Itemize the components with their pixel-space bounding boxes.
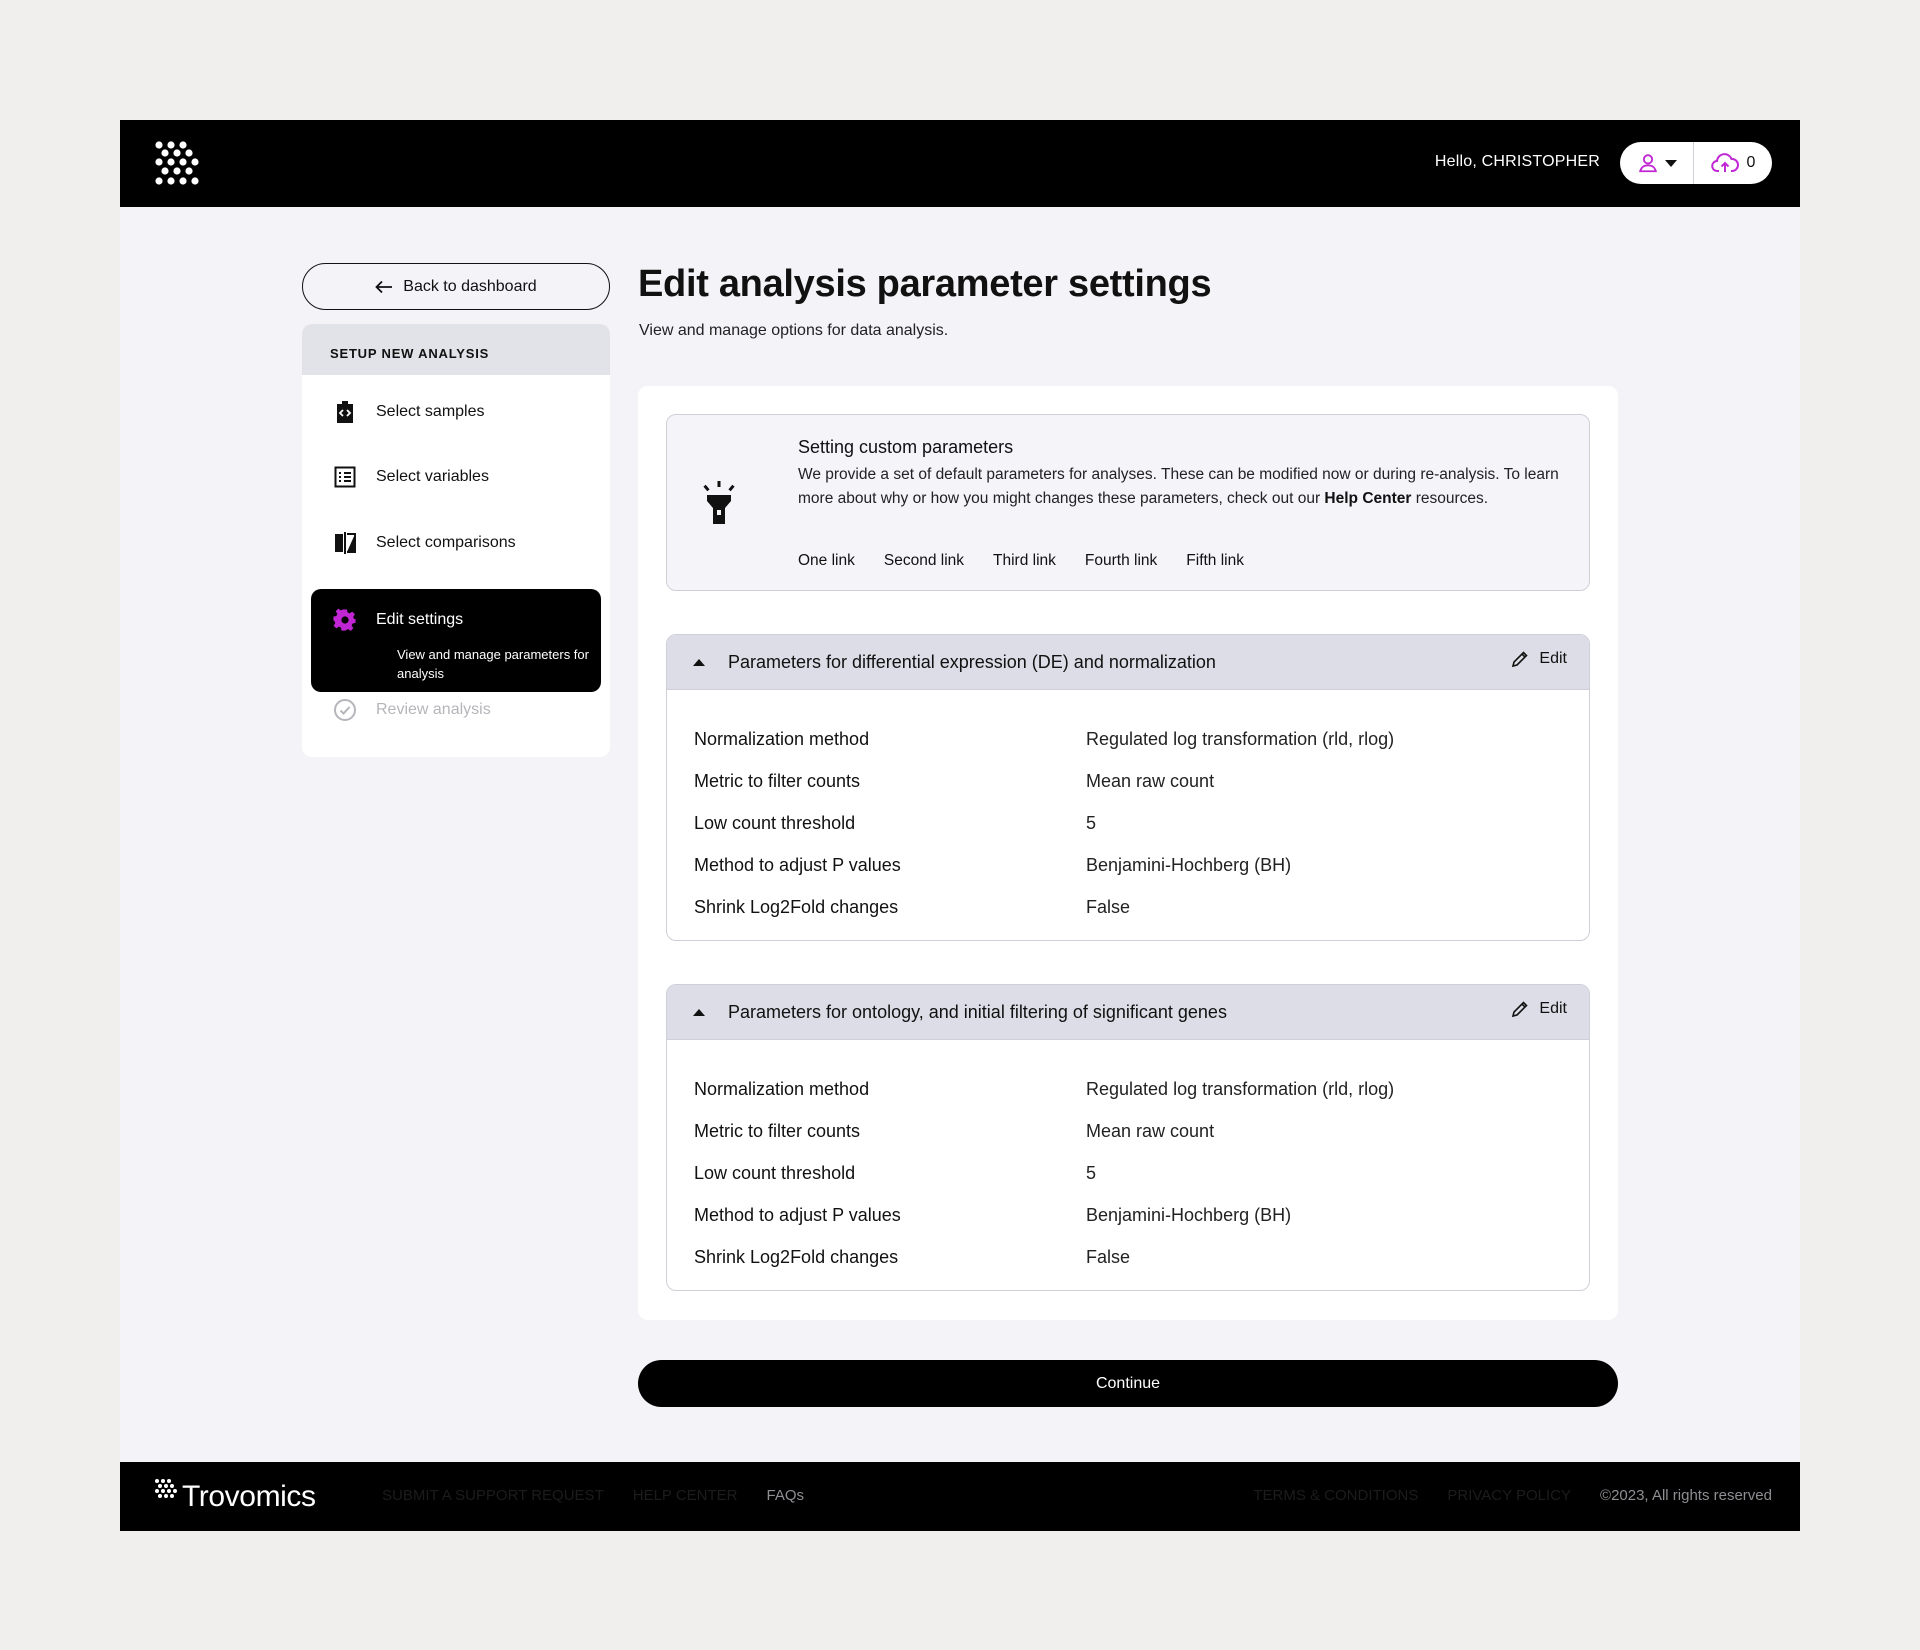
step-select-variables[interactable]: Select variables xyxy=(302,452,610,502)
section-body: Normalization method Regulated log transf… xyxy=(667,1040,1589,1278)
help-center-link[interactable]: Help Center xyxy=(1324,490,1411,507)
continue-button[interactable]: Continue xyxy=(638,1360,1618,1407)
back-to-dashboard-button[interactable]: Back to dashboard xyxy=(302,263,610,310)
step-label: Select comparisons xyxy=(376,534,516,551)
app-frame: Hello, CHRISTOPHER 0 Back to dashboard S… xyxy=(120,120,1800,1531)
user-icon xyxy=(1638,154,1657,173)
trovomics-logo-icon[interactable] xyxy=(154,140,200,186)
footer-legal: TERMS & CONDITIONS PRIVACY POLICY ©2023,… xyxy=(1253,1487,1772,1504)
chevron-up-icon xyxy=(693,1008,705,1016)
footer-copyright: ©2023, All rights reserved xyxy=(1600,1487,1772,1504)
uploads-button[interactable]: 0 xyxy=(1694,142,1772,184)
arrow-left-icon xyxy=(375,280,393,293)
parameters-card: Setting custom parameters We provide a s… xyxy=(638,386,1618,1320)
edit-button[interactable]: Edit xyxy=(1511,1000,1567,1018)
param-row: Method to adjust P values Benjamini-Hochb… xyxy=(694,854,1292,875)
pencil-icon xyxy=(1512,651,1529,668)
step-edit-settings[interactable]: Edit settings View and manage parameters… xyxy=(311,589,601,692)
samples-icon xyxy=(332,399,358,425)
step-description: View and manage parameters for analysis xyxy=(397,647,589,681)
step-label: Edit settings xyxy=(376,611,464,628)
param-row: Metric to filter counts Mean raw count xyxy=(694,770,1215,791)
info-link[interactable]: Second link xyxy=(884,552,964,570)
step-label: Select variables xyxy=(376,468,489,485)
page-title: Edit analysis parameter settings xyxy=(638,263,1212,305)
info-links: One link Second link Third link Fourth l… xyxy=(798,552,1244,570)
back-label: Back to dashboard xyxy=(403,277,537,295)
flashlight-icon xyxy=(703,481,735,524)
chevron-up-icon xyxy=(693,658,705,666)
list-icon xyxy=(332,464,358,490)
user-greeting: Hello, CHRISTOPHER xyxy=(1434,153,1600,170)
param-row: Metric to filter counts Mean raw count xyxy=(694,1120,1215,1141)
info-callout: Setting custom parameters We provide a s… xyxy=(666,414,1590,591)
setup-steps-panel: SETUP NEW ANALYSIS Select samples Select… xyxy=(302,324,610,757)
footer-link-terms[interactable]: TERMS & CONDITIONS xyxy=(1253,1487,1418,1504)
footer-links: SUBMIT A SUPPORT REQUEST HELP CENTER FAQ… xyxy=(382,1487,804,1504)
info-title: Setting custom parameters xyxy=(798,437,1014,457)
info-link[interactable]: Fourth link xyxy=(1085,552,1157,570)
param-row: Normalization method Regulated log transf… xyxy=(694,1078,1395,1099)
section-title: Parameters for differential expression (… xyxy=(728,651,1216,672)
step-label: Select samples xyxy=(376,403,485,420)
param-row: Low count threshold 5 xyxy=(694,812,1097,833)
header-controls: 0 xyxy=(1620,142,1772,184)
section-body: Normalization method Regulated log transf… xyxy=(667,690,1589,928)
ontology-filtering-section: Parameters for ontology, and initial fil… xyxy=(666,984,1590,1291)
upload-count: 0 xyxy=(1746,154,1756,171)
footer-link-faqs[interactable]: FAQs xyxy=(767,1487,805,1504)
step-label: Review analysis xyxy=(376,701,491,718)
footer-brand: Trovomics xyxy=(182,1480,316,1513)
param-row: Low count threshold 5 xyxy=(694,1162,1097,1183)
check-circle-icon xyxy=(332,697,358,723)
footer-link-help[interactable]: HELP CENTER xyxy=(633,1487,738,1504)
info-link[interactable]: One link xyxy=(798,552,855,570)
trovomics-logo-icon xyxy=(155,1479,177,1498)
user-menu-button[interactable] xyxy=(1620,142,1694,184)
param-row: Shrink Log2Fold changes False xyxy=(694,1246,1131,1267)
param-row: Normalization method Regulated log transf… xyxy=(694,728,1395,749)
param-row: Shrink Log2Fold changes False xyxy=(694,896,1131,917)
section-header[interactable]: Parameters for differential expression (… xyxy=(667,635,1589,690)
info-link[interactable]: Third link xyxy=(993,552,1056,570)
info-text: We provide a set of default parameters f… xyxy=(798,466,1559,507)
footer: Trovomics SUBMIT A SUPPORT REQUEST HELP … xyxy=(120,1462,1800,1531)
compare-icon xyxy=(332,530,358,556)
step-select-samples[interactable]: Select samples xyxy=(302,387,610,437)
param-row: Method to adjust P values Benjamini-Hochb… xyxy=(694,1204,1292,1225)
footer-logo[interactable]: Trovomics xyxy=(154,1478,316,1514)
footer-link-privacy[interactable]: PRIVACY POLICY xyxy=(1447,1487,1571,1504)
section-title: Parameters for ontology, and initial fil… xyxy=(728,1001,1227,1022)
top-bar: Hello, CHRISTOPHER 0 xyxy=(120,120,1800,207)
step-review-analysis: Review analysis xyxy=(302,685,610,735)
footer-link-support[interactable]: SUBMIT A SUPPORT REQUEST xyxy=(382,1487,604,1504)
pencil-icon xyxy=(1512,1001,1529,1018)
chevron-down-icon xyxy=(1664,159,1677,167)
de-normalization-section: Parameters for differential expression (… xyxy=(666,634,1590,941)
page-subtitle: View and manage options for data analysi… xyxy=(639,322,949,339)
step-select-comparisons[interactable]: Select comparisons xyxy=(302,518,610,568)
gear-icon xyxy=(332,607,358,633)
section-title: SETUP NEW ANALYSIS xyxy=(302,324,610,375)
cloud-upload-icon xyxy=(1710,153,1739,172)
edit-button[interactable]: Edit xyxy=(1511,650,1567,668)
section-header[interactable]: Parameters for ontology, and initial fil… xyxy=(667,985,1589,1040)
info-link[interactable]: Fifth link xyxy=(1186,552,1244,570)
